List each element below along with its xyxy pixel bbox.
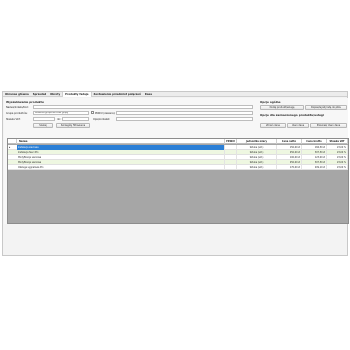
products-table: Nazwa PKWiU Jednostka miary Cena netto C… xyxy=(7,138,349,224)
application-window: Okrunas główna Sprzedaż Obroty Produkty … xyxy=(2,91,349,256)
options-section-title: Opcje ogólne xyxy=(260,100,281,104)
search-button[interactable]: Szukaj xyxy=(33,123,53,128)
description-label: Opis/kontekst: xyxy=(93,118,111,121)
delete-button[interactable]: Usuń dane xyxy=(287,123,309,128)
header-vat[interactable]: Stawka VAT xyxy=(327,139,348,144)
cell-pkwiu[interactable] xyxy=(225,165,237,170)
group-select[interactable]: Dowolna grupa lub brak grupy xyxy=(33,111,89,115)
cell-net[interactable]: 170,00 zł xyxy=(277,165,302,170)
name-label: Nazwa/Indeks/Kod: xyxy=(6,106,29,109)
header-gross[interactable]: Cena brutto xyxy=(302,139,327,144)
menu-bar: Okrunas główna Sprzedaż Obroty Produkty … xyxy=(3,91,347,97)
table-row[interactable]: Obsługa sygnałowa Pro Sztuka (szt.) 170,… xyxy=(8,165,348,170)
products-panel: Wyszukiwanie produktu Nazwa/Indeks/Kod: … xyxy=(4,98,349,224)
add-product-button[interactable]: Dodaj produkt/usługę xyxy=(260,105,304,110)
description-input[interactable] xyxy=(116,117,253,121)
selected-options-title: Opcje dla zaznaczonego produktu/usługi xyxy=(260,113,324,117)
pkwiu-label: PKWiU (zawiera): xyxy=(95,112,116,115)
vat-to-input[interactable] xyxy=(62,117,89,121)
menu-item-cash[interactable]: Kasa xyxy=(143,92,154,97)
vat-to-label: do: xyxy=(57,118,61,121)
group-label: Grupa produktów: xyxy=(6,112,28,115)
edit-button[interactable]: Zmień dane xyxy=(260,123,286,128)
cell-vat[interactable]: 23,00 % xyxy=(327,165,348,170)
header-marker xyxy=(8,139,17,144)
table-header: Nazwa PKWiU Jednostka miary Cena netto C… xyxy=(8,139,348,144)
menu-item-sales[interactable]: Sprzedaż xyxy=(31,92,48,97)
cell-unit[interactable]: Sztuka (szt.) xyxy=(237,165,277,170)
filter-details-button[interactable]: Szczegóły filtrowania xyxy=(56,123,90,128)
cell-gross[interactable]: 209,10 zł xyxy=(302,165,327,170)
header-unit[interactable]: Jednostka miary xyxy=(237,139,277,144)
header-net[interactable]: Cena netto xyxy=(277,139,302,144)
menu-item-turnover[interactable]: Obroty xyxy=(48,92,62,97)
header-pkwiu[interactable]: PKWiU xyxy=(225,139,237,144)
vat-label: Stawka VAT: xyxy=(6,118,21,121)
search-section-title: Wyszukiwanie produktu xyxy=(6,100,44,104)
header-name[interactable]: Nazwa xyxy=(17,139,225,144)
name-input[interactable] xyxy=(33,105,253,109)
menu-item-connections[interactable]: Zestawienie przedmiot połączeń xyxy=(92,92,143,97)
move-delete-button[interactable]: Przenieś/ Usuń dane xyxy=(310,123,347,128)
menu-item-products[interactable]: Produkty fadaje xyxy=(62,91,92,97)
cell-name[interactable]: Obsługa sygnałowa Pro xyxy=(17,165,225,170)
export-list-button[interactable]: Dopisz/wyślij listę do pliku xyxy=(305,105,347,110)
menu-item-home[interactable]: Okrunas główna xyxy=(3,92,31,97)
vat-from-input[interactable] xyxy=(33,117,55,121)
pkwiu-checkbox[interactable] xyxy=(91,111,94,114)
pkwiu-input[interactable] xyxy=(116,111,253,115)
